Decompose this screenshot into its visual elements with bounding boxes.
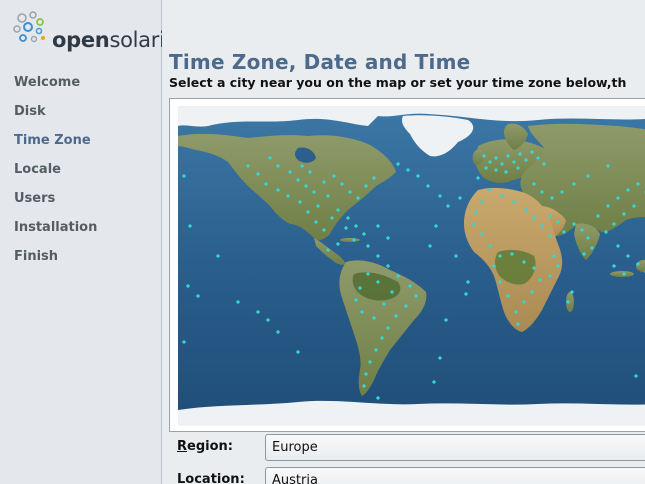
region-combobox[interactable]: Europe xyxy=(265,434,645,461)
location-label: Location: xyxy=(177,472,245,484)
step-installation: Installation xyxy=(14,220,98,235)
step-locale: Locale xyxy=(14,162,61,177)
installer-window: opensolaris Welcome Disk Time Zone Local… xyxy=(0,0,645,484)
step-disk: Disk xyxy=(14,104,46,119)
page-title: Time Zone, Date and Time xyxy=(169,50,471,74)
map-frame xyxy=(169,98,645,432)
location-combobox[interactable]: Austria xyxy=(265,467,645,484)
logo-text-open: open xyxy=(52,28,110,52)
region-label-mnemonic: R xyxy=(177,439,188,454)
region-label: Region: xyxy=(177,439,233,454)
step-welcome: Welcome xyxy=(14,75,81,90)
sidebar: opensolaris Welcome Disk Time Zone Local… xyxy=(0,0,176,484)
step-users: Users xyxy=(14,191,56,206)
main-panel: Time Zone, Date and Time Select a city n… xyxy=(162,0,645,484)
opensolaris-logo: opensolaris xyxy=(12,10,176,54)
step-time-zone: Time Zone xyxy=(14,133,91,148)
step-finish: Finish xyxy=(14,249,59,264)
region-label-text: egion: xyxy=(187,439,233,454)
location-label-text: ocation: xyxy=(185,472,245,484)
opensolaris-logo-icon xyxy=(13,11,45,43)
step-list: Welcome Disk Time Zone Locale Users Inst… xyxy=(14,74,97,277)
instruction-text: Select a city near you on the map or set… xyxy=(169,75,627,90)
logo-wordmark: opensolaris xyxy=(52,28,176,52)
cuba xyxy=(340,238,360,242)
world-map[interactable] xyxy=(178,106,645,426)
